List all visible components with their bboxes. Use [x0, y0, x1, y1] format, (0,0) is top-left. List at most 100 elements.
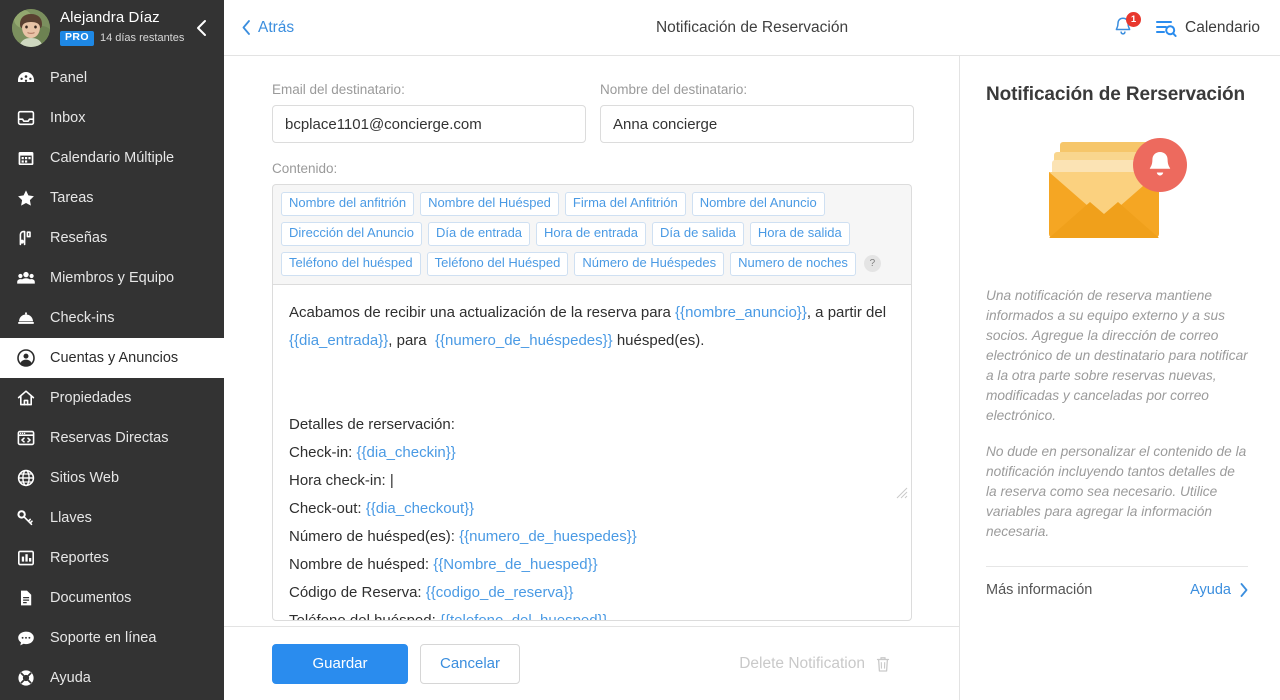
envelope-with-bell-icon	[986, 128, 1248, 268]
calendar-button[interactable]: Calendario	[1155, 18, 1260, 38]
sidebar-item-inbox[interactable]: Inbox	[0, 98, 224, 138]
sidebar-item-tareas[interactable]: Tareas	[0, 178, 224, 218]
sidebar-item-label: Propiedades	[50, 390, 132, 406]
sidebar-item-propiedades[interactable]: Propiedades	[0, 378, 224, 418]
users-icon	[17, 271, 35, 284]
variable-tag[interactable]: Nombre del Anuncio	[691, 192, 825, 216]
calendar-button-label: Calendario	[1185, 18, 1260, 36]
notification-count-badge: 1	[1126, 11, 1142, 27]
sidebar-item-sitios-web[interactable]: Sitios Web	[0, 458, 224, 498]
variable-tag[interactable]: Numero de noches	[730, 251, 856, 276]
sidebar-item-soporte-en-l-nea[interactable]: Soporte en línea	[0, 618, 224, 658]
pro-badge: PRO	[60, 30, 94, 46]
editor-line: Check-out: {{dia_checkout}}	[289, 495, 895, 523]
notification-form: Email del destinatario: Nombre del desti…	[224, 56, 960, 700]
template-variable: {{nombre_anuncio}}	[675, 303, 807, 321]
template-variable: {{dia_checkout}}	[365, 499, 475, 517]
variable-tag[interactable]: Dirección del Anuncio	[281, 221, 423, 246]
review-icon	[19, 230, 31, 246]
variable-tag[interactable]: Día de salida	[652, 221, 744, 246]
editor-line: Hora check-in: |	[289, 467, 895, 495]
sidebar-item-ayuda[interactable]: Ayuda	[0, 658, 224, 698]
editor-text: Check-in:	[289, 443, 357, 461]
sidebar-item-label: Calendario Múltiple	[50, 150, 175, 166]
sidebar-item-label: Cuentas y Anuncios	[50, 350, 179, 366]
variable-tag[interactable]: Número de Huéspedes	[574, 251, 725, 276]
delete-notification-button[interactable]: Delete Notification	[739, 655, 935, 673]
recipient-name-input[interactable]	[600, 105, 914, 143]
sidebar-user-name: Alejandra Díaz	[60, 9, 160, 27]
content-editor[interactable]: Acabamos de recibir una actualización de…	[272, 283, 912, 621]
topbar: Atrás Notificación de Reservación 1 Cale…	[224, 0, 1280, 56]
back-button[interactable]: Atrás	[242, 19, 294, 37]
editor-text: , para	[388, 331, 435, 349]
bell-desk-icon	[16, 308, 42, 328]
variable-tag[interactable]: Teléfono del Huésped	[426, 251, 569, 276]
sidebar-item-label: Miembros y Equipo	[50, 270, 175, 286]
template-variable: {{numero_de_huespedes}}	[459, 527, 637, 545]
chevron-left-icon[interactable]	[190, 16, 214, 40]
variable-tag[interactable]: Hora de entrada	[536, 221, 646, 246]
sidebar-user-block[interactable]: Alejandra Díaz PRO 14 días restantes	[0, 0, 224, 56]
save-button[interactable]: Guardar	[272, 643, 408, 684]
resize-handle[interactable]	[896, 486, 908, 499]
sidebar-item-documentos[interactable]: Documentos	[0, 578, 224, 618]
variable-tag[interactable]: Nombre del anfitrión	[281, 192, 415, 216]
star-icon	[16, 188, 42, 208]
sidebar-nav: Panel Inbox Calendario Múltiple Tareas Reseñ…	[0, 58, 224, 698]
inbox-icon	[16, 108, 42, 128]
variable-tag[interactable]: Teléfono del huésped	[281, 251, 421, 276]
email-field-label: Email del destinatario:	[272, 82, 405, 97]
editor-text: Número de huésped(es):	[289, 527, 460, 545]
more-info-label: Más información	[986, 582, 1093, 598]
cancel-button[interactable]: Cancelar	[420, 643, 520, 684]
sidebar-item-label: Reservas Directas	[50, 430, 169, 446]
template-variable: {{numero_de_huéspedes}}	[434, 331, 613, 349]
variable-tag[interactable]: Nombre del Huésped	[420, 192, 559, 216]
sidebar-item-rese-as[interactable]: Reseñas	[0, 218, 224, 258]
editor-text: huésped(es).	[612, 331, 705, 349]
lifebuoy-icon	[18, 670, 34, 686]
editor-line: Teléfono del huésped: {{telefono_del_hue…	[289, 607, 895, 621]
bar-chart-icon	[16, 548, 42, 568]
sidebar-item-check-ins[interactable]: Check-ins	[0, 298, 224, 338]
template-variable: {{telefono_del_huesped}}	[439, 611, 608, 621]
sidebar-item-calendario-m-ltiple[interactable]: Calendario Múltiple	[0, 138, 224, 178]
variable-tag-list: Nombre del anfitrión Nombre del Huésped Fi…	[272, 184, 912, 284]
sidebar-item-reportes[interactable]: Reportes	[0, 538, 224, 578]
info-panel: Notificación de Rerservación Una notific…	[960, 56, 1280, 700]
sidebar-item-label: Soporte en línea	[50, 630, 157, 646]
editor-text: Detalles de rerservación:	[289, 415, 455, 433]
editor-line: Acabamos de recibir una actualización de…	[289, 299, 895, 355]
name-field-label: Nombre del destinatario:	[600, 82, 748, 97]
inbox-icon	[17, 110, 35, 126]
editor-line: Número de huésped(es): {{numero_de_huesp…	[289, 523, 895, 551]
review-icon	[16, 228, 42, 248]
variable-tag[interactable]: Firma del Anfitrión	[564, 192, 686, 216]
avatar	[12, 9, 50, 47]
sidebar-item-cuentas-y-anuncios[interactable]: Cuentas y Anuncios	[0, 338, 224, 378]
variable-tag[interactable]: Hora de salida	[749, 221, 850, 246]
template-variable: {{Nombre_de_huesped}}	[433, 555, 598, 573]
content-field-label: Contenido:	[272, 161, 338, 176]
star-icon	[18, 190, 34, 206]
sidebar-item-label: Inbox	[50, 110, 86, 126]
recipient-email-input[interactable]	[272, 105, 586, 143]
help-link[interactable]: Ayuda	[1190, 582, 1248, 598]
sidebar-item-miembros-y-equipo[interactable]: Miembros y Equipo	[0, 258, 224, 298]
sidebar-item-panel[interactable]: Panel	[0, 58, 224, 98]
sidebar-item-llaves[interactable]: Llaves	[0, 498, 224, 538]
help-question-icon[interactable]: ?	[863, 255, 881, 273]
browser-code-icon	[17, 430, 35, 446]
sidebar-item-reservas-directas[interactable]: Reservas Directas	[0, 418, 224, 458]
variable-tag[interactable]: Día de entrada	[428, 221, 531, 246]
calendar-search-icon	[1156, 20, 1177, 37]
notifications-button[interactable]: 1	[1111, 11, 1142, 41]
editor-text: Hora check-in: |	[289, 471, 394, 489]
editor-text: Código de Reserva:	[289, 583, 426, 601]
editor-line: Detalles de rerservación:	[289, 411, 895, 439]
editor-text: Teléfono del huésped:	[289, 611, 440, 621]
document-icon	[21, 590, 32, 606]
